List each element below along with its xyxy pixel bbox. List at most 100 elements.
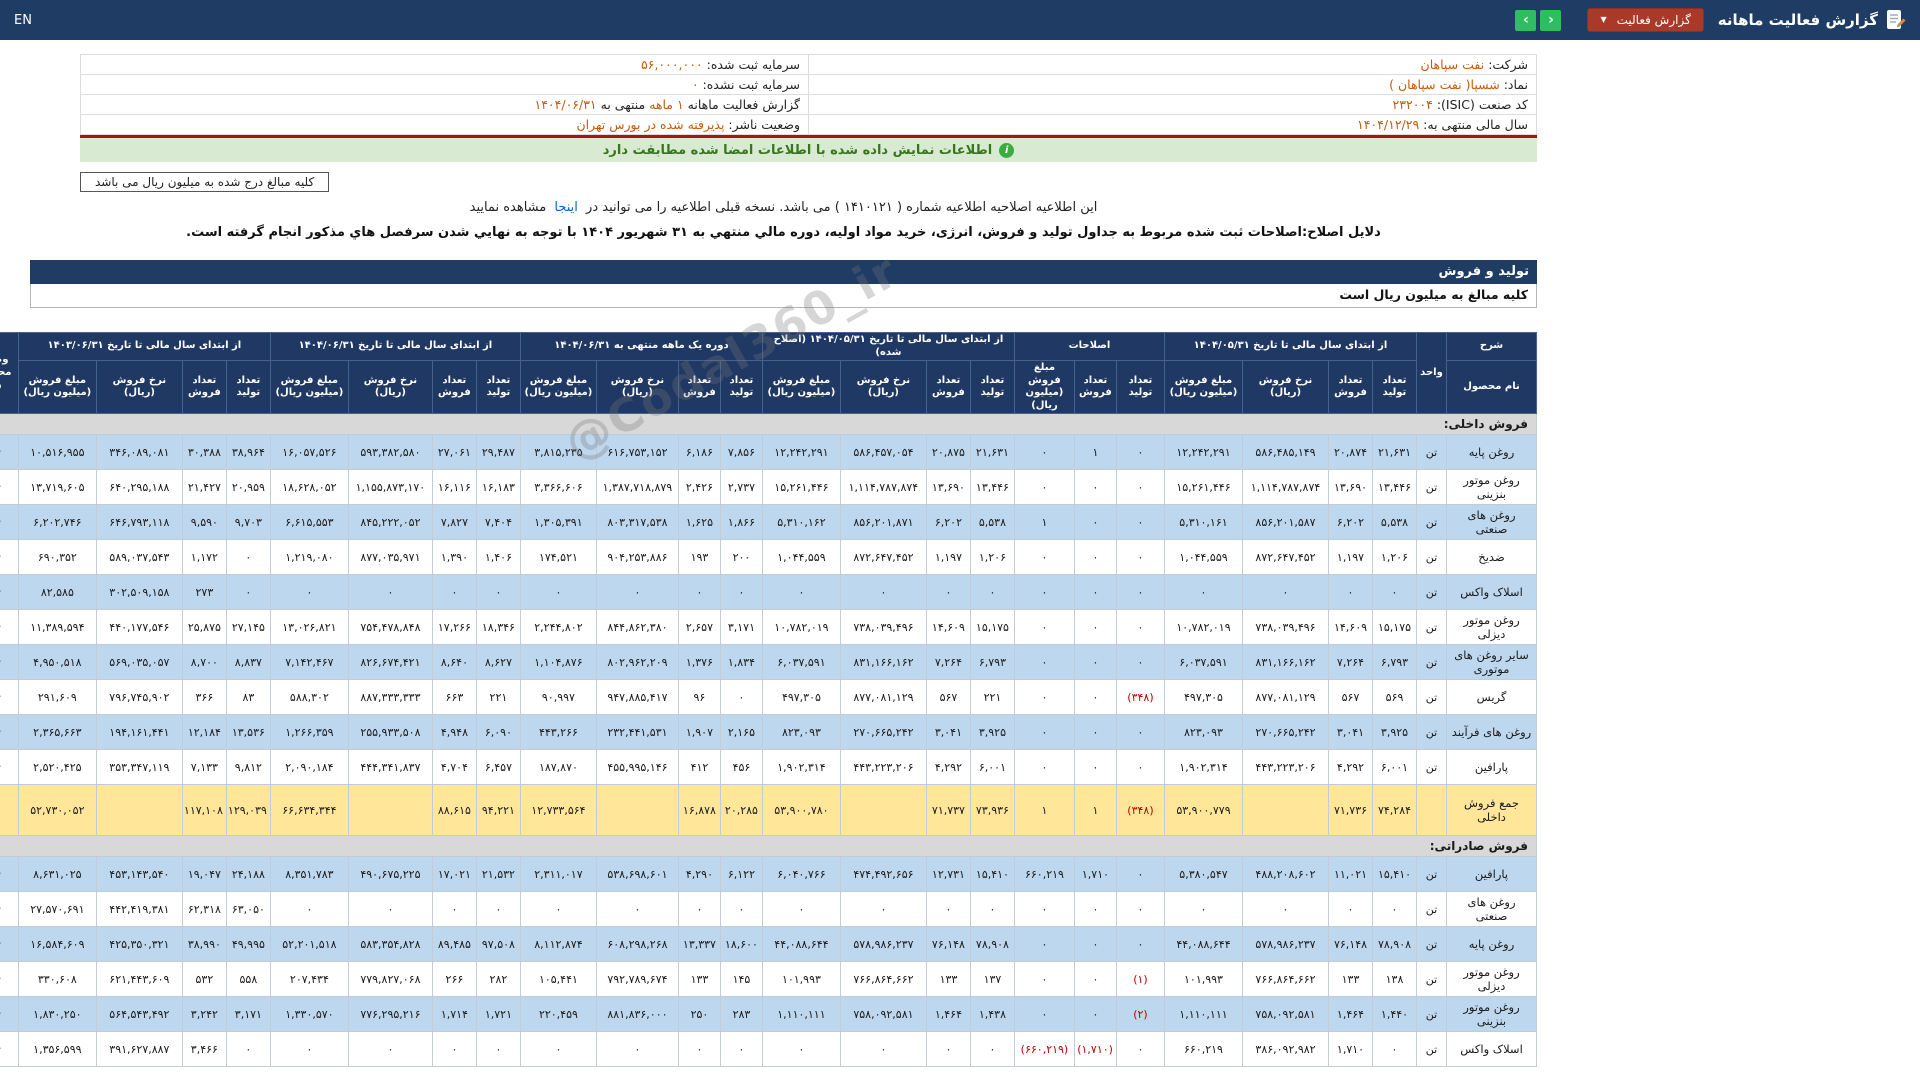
value-cell: ۰	[719, 574, 763, 610]
value-cell: ۰	[1073, 539, 1117, 575]
product-name: روغن پایه	[1446, 434, 1537, 470]
column-header: مبلغ فروش (میلیون ریال)	[17, 360, 97, 414]
value-cell: ۰	[1013, 961, 1075, 997]
value-cell: ۱۵,۲۶۱,۴۴۶	[1163, 469, 1244, 505]
value-cell: ۱,۳۳۰,۵۷۰	[269, 996, 349, 1032]
previous-announcement-button[interactable]: ‹	[1540, 9, 1562, 31]
value-cell: ۰	[1073, 961, 1117, 997]
unit-cell: تن	[1416, 961, 1447, 997]
value-cell: ۵,۵۳۸	[969, 504, 1015, 540]
value-cell: ۱,۷۲۱	[475, 996, 521, 1032]
value-cell: ۱	[1073, 434, 1117, 470]
value-cell: ۴۵۳,۱۴۳,۵۴۰	[95, 856, 183, 892]
status-cell: تولید	[0, 609, 19, 645]
product-name: پارافین	[1446, 749, 1537, 785]
value-cell: ۰	[431, 1031, 477, 1067]
value-cell: ۳,۰۴۱	[1328, 714, 1373, 750]
amounts-unit-row: کلیه مبالغ به میلیون ریال است	[30, 284, 1537, 308]
value-cell: ۸۸,۶۱۵	[431, 784, 477, 836]
value-cell: ۰	[475, 574, 521, 610]
status-cell: تولید	[0, 469, 19, 505]
value-cell: ۴,۹۵۰,۵۱۸	[17, 644, 97, 680]
value-cell: ۱۱,۰۲۱	[1328, 856, 1373, 892]
value-cell: ۱۷,۰۲۱	[431, 856, 477, 892]
value-cell: ۱۳,۵۳۶	[225, 714, 271, 750]
value-cell: ۰	[1073, 749, 1117, 785]
section-label: فروش داخلی:	[0, 413, 1538, 435]
column-header: تعداد فروش	[677, 360, 721, 414]
group-header-ytd-0631: از ابتدای سال مالی تا تاریخ ۱۴۰۴/۰۶/۳۱	[269, 332, 521, 361]
company-info-row: کد صنعت (ISIC): ۲۳۲۰۰۴ گزارش فعالیت ماها…	[80, 94, 1537, 115]
value-cell: ۰	[431, 574, 477, 610]
value-cell: ۰	[677, 1031, 721, 1067]
value-cell: ۳۸۶,۰۹۲,۹۸۲	[1242, 1031, 1329, 1067]
value-cell: ۵۷۸,۹۸۶,۲۳۷	[839, 926, 927, 962]
value-cell: ۱۴۵	[719, 961, 763, 997]
value-cell: ۰	[1328, 574, 1373, 610]
value-cell: ۱۳,۴۴۶	[969, 469, 1015, 505]
value-cell: ۷,۸۵۶	[719, 434, 763, 470]
value-cell: ۱	[1013, 504, 1075, 540]
info-value: ۱۴۰۴/۰۶/۳۱	[534, 97, 597, 112]
table-row: روغن های صنعتی تن ۵,۵۳۸ ۶,۲۰۲ ۸۵۶,۲۰۱,۵۸۷ ۵,۳…	[0, 504, 1537, 540]
value-cell: ۱,۱۱۴,۷۸۷,۸۷۴	[839, 469, 927, 505]
value-cell	[595, 784, 679, 836]
value-cell: ۸۲۳,۰۹۳	[761, 714, 841, 750]
info-cell-left: سرمایه ثبت نشده: ۰	[80, 74, 809, 95]
next-announcement-button[interactable]: ›	[1515, 9, 1537, 31]
value-cell: ۱,۱۱۰,۱۱۱	[761, 996, 841, 1032]
value-cell: ۱۷۴,۵۲۱	[519, 539, 597, 575]
value-cell: ۰	[1115, 504, 1165, 540]
value-cell: ۱,۱۰۴,۸۷۶	[519, 644, 597, 680]
value-cell: (۳۴۸)	[1115, 679, 1165, 715]
report-document-icon	[1886, 9, 1906, 31]
table-column-header-row: نام محصول تعداد تولید تعداد فروش نرخ فروش …	[0, 360, 1537, 414]
value-cell: ۴۹,۹۹۵	[225, 926, 271, 962]
value-cell: ۰	[1073, 926, 1117, 962]
value-cell: ۱,۴۶۴	[1328, 996, 1373, 1032]
value-cell: ۰	[969, 891, 1015, 927]
status-cell: تولید	[0, 574, 19, 610]
value-cell: ۲۰۰	[719, 539, 763, 575]
value-cell: ۵۸۳,۳۵۴,۸۲۸	[347, 926, 433, 962]
value-cell	[1242, 784, 1329, 836]
value-cell: ۲۰,۸۷۴	[1328, 434, 1373, 470]
value-cell: ۲۷۳	[181, 574, 227, 610]
group-header-corrections: اصلاحات	[1013, 332, 1165, 361]
table-section-row: فروش داخلی:	[0, 413, 1538, 435]
column-header: تعداد تولید	[475, 360, 521, 414]
value-cell: ۷,۲۶۴	[1328, 644, 1373, 680]
value-cell: ۳۳۰,۶۰۸	[17, 961, 97, 997]
info-cell-right: نماد: شسپا( نفت سپاهان )	[808, 74, 1537, 95]
value-cell: ۴,۲۹۰	[677, 856, 721, 892]
value-cell: ۱,۳۸۷,۷۱۸,۸۷۹	[595, 469, 679, 505]
value-cell: ۵۲,۲۰۱,۵۱۸	[269, 926, 349, 962]
value-cell: ۰	[1163, 574, 1244, 610]
value-cell: ۸,۳۵۱,۷۸۳	[269, 856, 349, 892]
value-cell: ۰	[1073, 469, 1117, 505]
group-header-ytd-0531: از ابتدای سال مالی تا تاریخ ۱۴۰۴/۰۵/۳۱	[1163, 332, 1418, 361]
info-value: ۵۶,۰۰۰,۰۰۰	[641, 57, 703, 72]
value-cell: ۸۹,۴۸۵	[431, 926, 477, 962]
unit-cell: تن	[1416, 714, 1447, 750]
value-cell: ۴۴۰,۱۷۷,۵۴۶	[95, 609, 183, 645]
value-cell: ۶,۰۹۰	[475, 714, 521, 750]
value-cell: ۱۰,۵۱۶,۹۵۵	[17, 434, 97, 470]
value-cell: ۰	[475, 1031, 521, 1067]
value-cell: ۶,۱۲۲	[719, 856, 763, 892]
value-cell: ۶۶,۶۳۴,۳۴۴	[269, 784, 349, 836]
value-cell: ۷,۴۰۴	[475, 504, 521, 540]
value-cell: ۱,۶۲۵	[677, 504, 721, 540]
value-cell: ۱,۹۰۷	[677, 714, 721, 750]
value-cell: ۰	[1073, 644, 1117, 680]
value-cell: ۵۸۹,۰۳۷,۵۴۳	[95, 539, 183, 575]
previous-version-link[interactable]: اینجا	[554, 200, 578, 215]
report-type-dropdown[interactable]: گزارش فعالیت ▼	[1587, 8, 1704, 32]
value-cell: ۴۷۴,۴۹۲,۶۵۶	[839, 856, 927, 892]
status-cell: تولید	[0, 434, 19, 470]
status-cell: تولید	[0, 504, 19, 540]
column-header: مبلغ فروش (میلیون ریال)	[1013, 360, 1075, 414]
language-switch-en[interactable]: EN	[14, 13, 32, 28]
section-label: فروش صادراتی:	[0, 835, 1538, 857]
value-cell: ۱۰۵,۴۴۱	[519, 961, 597, 997]
